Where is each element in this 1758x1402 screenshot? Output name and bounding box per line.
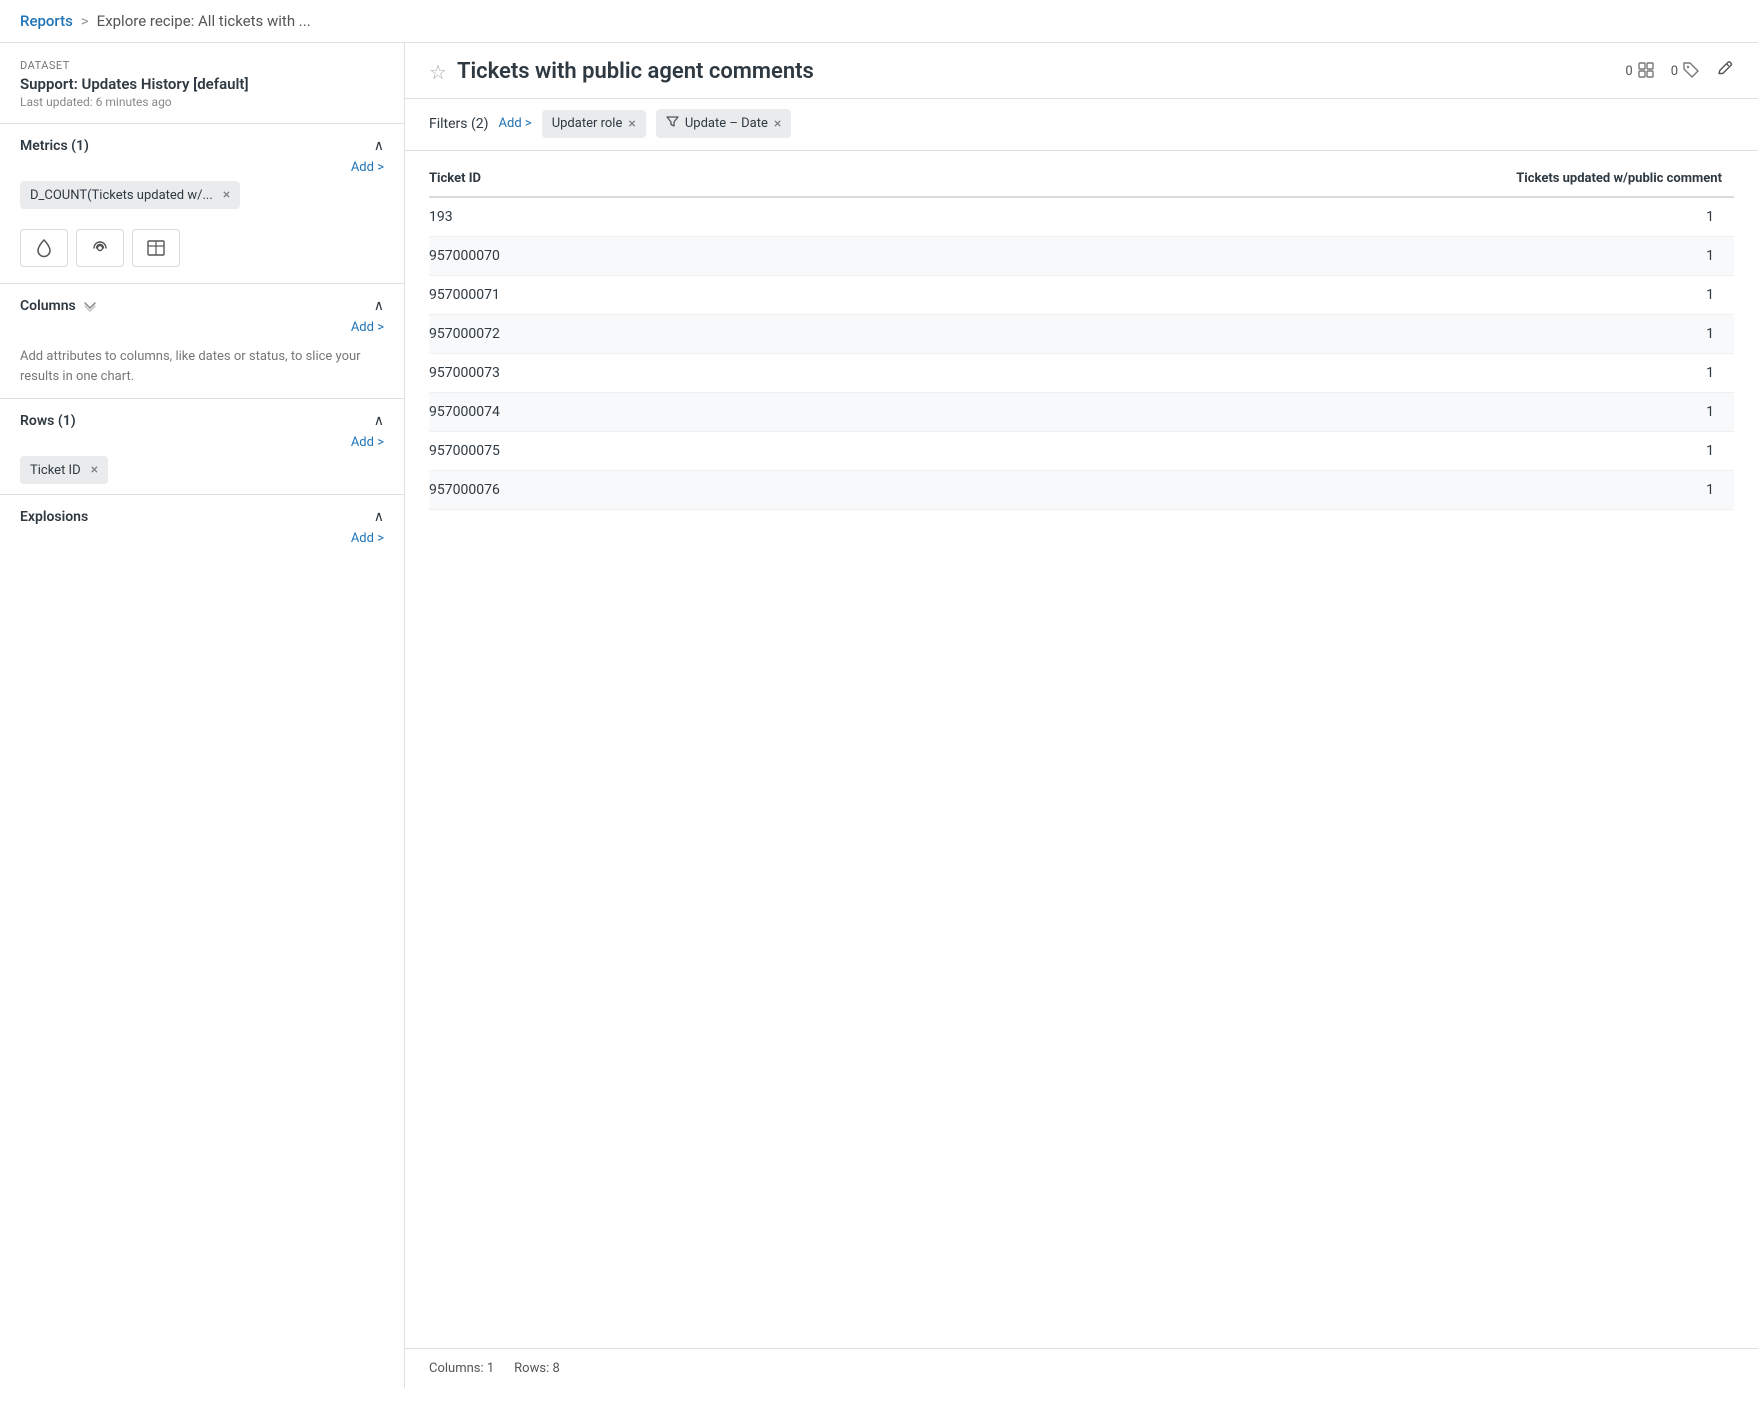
action-count2-value: 0: [1671, 64, 1678, 79]
main-layout: Dataset Support: Updates History [defaul…: [0, 43, 1758, 1388]
table-footer: Columns: 1 Rows: 8: [405, 1348, 1758, 1388]
report-actions: 0 0: [1625, 60, 1734, 83]
explosions-section-header: Explosions ∧: [0, 495, 404, 531]
dataset-label: Dataset: [20, 59, 384, 72]
metrics-section-header: Metrics (1) ∧: [0, 124, 404, 160]
breadcrumb-reports-link[interactable]: Reports: [20, 12, 73, 30]
content-area: ☆ Tickets with public agent comments 0: [405, 43, 1758, 1388]
metrics-collapse-arrow[interactable]: ∧: [374, 138, 384, 154]
filter-chip-update-date-label: Update – Date: [685, 116, 768, 131]
table-row: 957000071 1: [429, 276, 1734, 315]
footer-rows: Rows: 8: [514, 1361, 560, 1376]
rows-collapse-arrow[interactable]: ∧: [374, 413, 384, 429]
cell-count: 1: [749, 393, 1734, 432]
footer-columns: Columns: 1: [429, 1361, 494, 1376]
rows-chip: Ticket ID ×: [20, 456, 108, 484]
rows-chip-row: Ticket ID ×: [0, 450, 404, 494]
dataset-section: Dataset Support: Updates History [defaul…: [0, 43, 404, 124]
columns-collapse-arrow[interactable]: ∧: [374, 298, 384, 314]
cell-count: 1: [749, 276, 1734, 315]
filter-chip-updater-role-label: Updater role: [552, 116, 623, 131]
table-row: 957000076 1: [429, 471, 1734, 510]
dataset-name: Support: Updates History [default]: [20, 75, 384, 93]
col-count: Tickets updated w/public comment: [749, 159, 1734, 197]
sidebar: Dataset Support: Updates History [defaul…: [0, 43, 405, 1388]
table-body: 193 1 957000070 1 957000071 1 957000072 …: [429, 197, 1734, 510]
cell-count: 1: [749, 237, 1734, 276]
filters-bar: Filters (2) Add > Updater role × Update …: [405, 99, 1758, 151]
viz-icon-signal[interactable]: [76, 229, 124, 267]
columns-title: Columns: [20, 298, 98, 314]
explosions-collapse-arrow[interactable]: ∧: [374, 509, 384, 525]
filter-chip-updater-role[interactable]: Updater role ×: [542, 110, 646, 138]
action-count1-value: 0: [1625, 64, 1632, 79]
filter-chip-updater-role-remove[interactable]: ×: [628, 116, 635, 132]
table-area: Ticket ID Tickets updated w/public comme…: [405, 151, 1758, 1348]
cell-ticket-id: 957000072: [429, 315, 749, 354]
rows-chip-label: Ticket ID: [30, 463, 81, 478]
rows-section-header: Rows (1) ∧: [0, 399, 404, 435]
action-badge-count1: 0: [1625, 61, 1654, 83]
metrics-title: Metrics (1): [20, 138, 89, 154]
data-table: Ticket ID Tickets updated w/public comme…: [429, 159, 1734, 510]
cell-ticket-id: 193: [429, 197, 749, 237]
rows-title: Rows (1): [20, 413, 76, 429]
cell-count: 1: [749, 354, 1734, 393]
metrics-add-link[interactable]: Add >: [0, 160, 404, 175]
cell-ticket-id: 957000076: [429, 471, 749, 510]
filter-funnel-icon: [666, 115, 679, 132]
action-grid-icon: [1637, 61, 1655, 83]
viz-icon-table[interactable]: [132, 229, 180, 267]
explosions-add-link[interactable]: Add >: [0, 531, 404, 546]
report-title-row: ☆ Tickets with public agent comments: [429, 59, 814, 84]
table-header: Ticket ID Tickets updated w/public comme…: [429, 159, 1734, 197]
columns-section-header: Columns ∧: [0, 284, 404, 320]
cell-ticket-id: 957000073: [429, 354, 749, 393]
filters-label: Filters (2): [429, 116, 489, 132]
table-row: 957000072 1: [429, 315, 1734, 354]
rows-chip-remove[interactable]: ×: [91, 462, 98, 478]
col-ticket-id: Ticket ID: [429, 159, 749, 197]
metrics-chip-remove[interactable]: ×: [223, 187, 230, 203]
viz-icon-droplet[interactable]: [20, 229, 68, 267]
report-title: Tickets with public agent comments: [457, 59, 814, 84]
action-tag-icon: [1682, 61, 1700, 83]
table-row: 957000075 1: [429, 432, 1734, 471]
dataset-updated: Last updated: 6 minutes ago: [20, 95, 384, 109]
breadcrumb-separator: >: [81, 12, 89, 30]
cell-count: 1: [749, 197, 1734, 237]
edit-icon[interactable]: [1716, 60, 1734, 83]
table-row: 193 1: [429, 197, 1734, 237]
filter-chip-update-date[interactable]: Update – Date ×: [656, 109, 792, 138]
cell-count: 1: [749, 471, 1734, 510]
table-row: 957000074 1: [429, 393, 1734, 432]
cell-ticket-id: 957000075: [429, 432, 749, 471]
filter-chip-update-date-remove[interactable]: ×: [774, 116, 781, 132]
explosions-title: Explosions: [20, 509, 88, 525]
cell-ticket-id: 957000071: [429, 276, 749, 315]
star-icon[interactable]: ☆: [429, 60, 447, 84]
columns-add-link[interactable]: Add >: [0, 320, 404, 335]
cell-count: 1: [749, 432, 1734, 471]
breadcrumb-current: Explore recipe: All tickets with ...: [97, 12, 311, 30]
metrics-chip-label: D_COUNT(Tickets updated w/...: [30, 188, 213, 203]
rows-add-link[interactable]: Add >: [0, 435, 404, 450]
columns-title-text: Columns: [20, 298, 76, 314]
breadcrumb: Reports > Explore recipe: All tickets wi…: [0, 0, 1758, 43]
cell-count: 1: [749, 315, 1734, 354]
columns-empty-state: Add attributes to columns, like dates or…: [0, 335, 404, 398]
action-badge-count2: 0: [1671, 61, 1700, 83]
table-row: 957000070 1: [429, 237, 1734, 276]
table-row: 957000073 1: [429, 354, 1734, 393]
metrics-chip-row: D_COUNT(Tickets updated w/... ×: [0, 175, 404, 219]
cell-ticket-id: 957000074: [429, 393, 749, 432]
metrics-chip: D_COUNT(Tickets updated w/... ×: [20, 181, 240, 209]
report-header: ☆ Tickets with public agent comments 0: [405, 43, 1758, 99]
cell-ticket-id: 957000070: [429, 237, 749, 276]
viz-icons-row: [0, 219, 404, 283]
filter-add-link[interactable]: Add >: [499, 116, 532, 131]
